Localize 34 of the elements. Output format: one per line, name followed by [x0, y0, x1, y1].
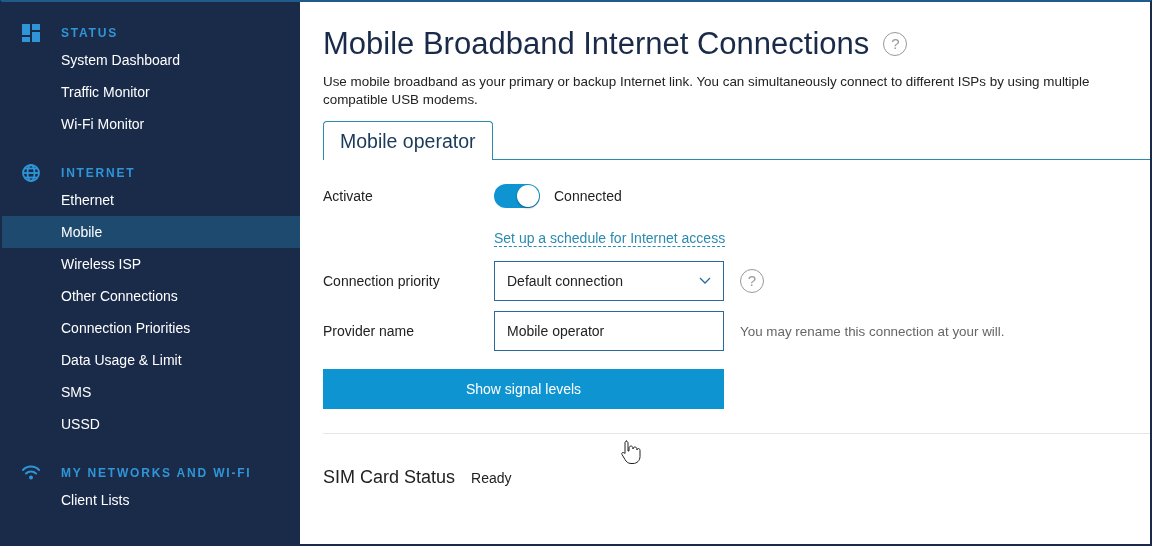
sidebar-item[interactable]: Wi-Fi Monitor	[2, 108, 300, 140]
sidebar-item[interactable]: Ethernet	[2, 184, 300, 216]
section-heading: INTERNET	[61, 166, 136, 180]
field-label: Connection priority	[323, 273, 441, 289]
schedule-link[interactable]: Set up a schedule for Internet access	[494, 230, 726, 247]
tab[interactable]: Mobile operator	[323, 121, 493, 160]
status-text: Connected	[554, 188, 622, 204]
field-label: Provider name	[323, 323, 416, 339]
section-label: SIM Card Status	[323, 467, 456, 488]
dashboard-icon	[22, 24, 40, 42]
sidebar-item[interactable]: Client Lists	[2, 484, 300, 516]
field-label: Activate	[323, 188, 374, 204]
priority-dropdown[interactable]: Default connection	[494, 261, 724, 301]
sidebar-item[interactable]: System Dashboard	[2, 44, 300, 76]
sidebar-item[interactable]: Traffic Monitor	[2, 76, 300, 108]
sidebar-item[interactable]: Wireless ISP	[2, 248, 300, 280]
toggle-switch[interactable]	[494, 184, 540, 208]
sidebar-item[interactable]: Connection Priorities	[2, 312, 300, 344]
sidebar-item[interactable]: Mobile	[2, 216, 300, 248]
sidebar-item[interactable]: USSD	[2, 408, 300, 440]
sidebar-item[interactable]: Data Usage & Limit	[2, 344, 300, 376]
section-heading: MY NETWORKS AND WI-FI	[61, 466, 252, 480]
section-heading: STATUS	[61, 26, 119, 40]
provider-name-input[interactable]: Mobile operator	[494, 311, 724, 351]
sidebar-item[interactable]: Other Connections	[2, 280, 300, 312]
hint-text: You may rename this connection at your will.	[740, 323, 1005, 339]
status-text: Ready	[471, 470, 512, 486]
hand-cursor-icon	[620, 439, 642, 465]
description: Use mobile broadband as your primary or backup Internet link. You can simultaneously connect to different ISPs by using multiple compatible USB modems.	[323, 73, 1091, 109]
page-title: Mobile Broadband Internet Connections	[323, 26, 870, 62]
sidebar-item[interactable]: SMS	[2, 376, 300, 408]
caret-icon	[699, 277, 711, 285]
wifi-icon	[22, 464, 40, 482]
globe-icon	[22, 164, 40, 182]
